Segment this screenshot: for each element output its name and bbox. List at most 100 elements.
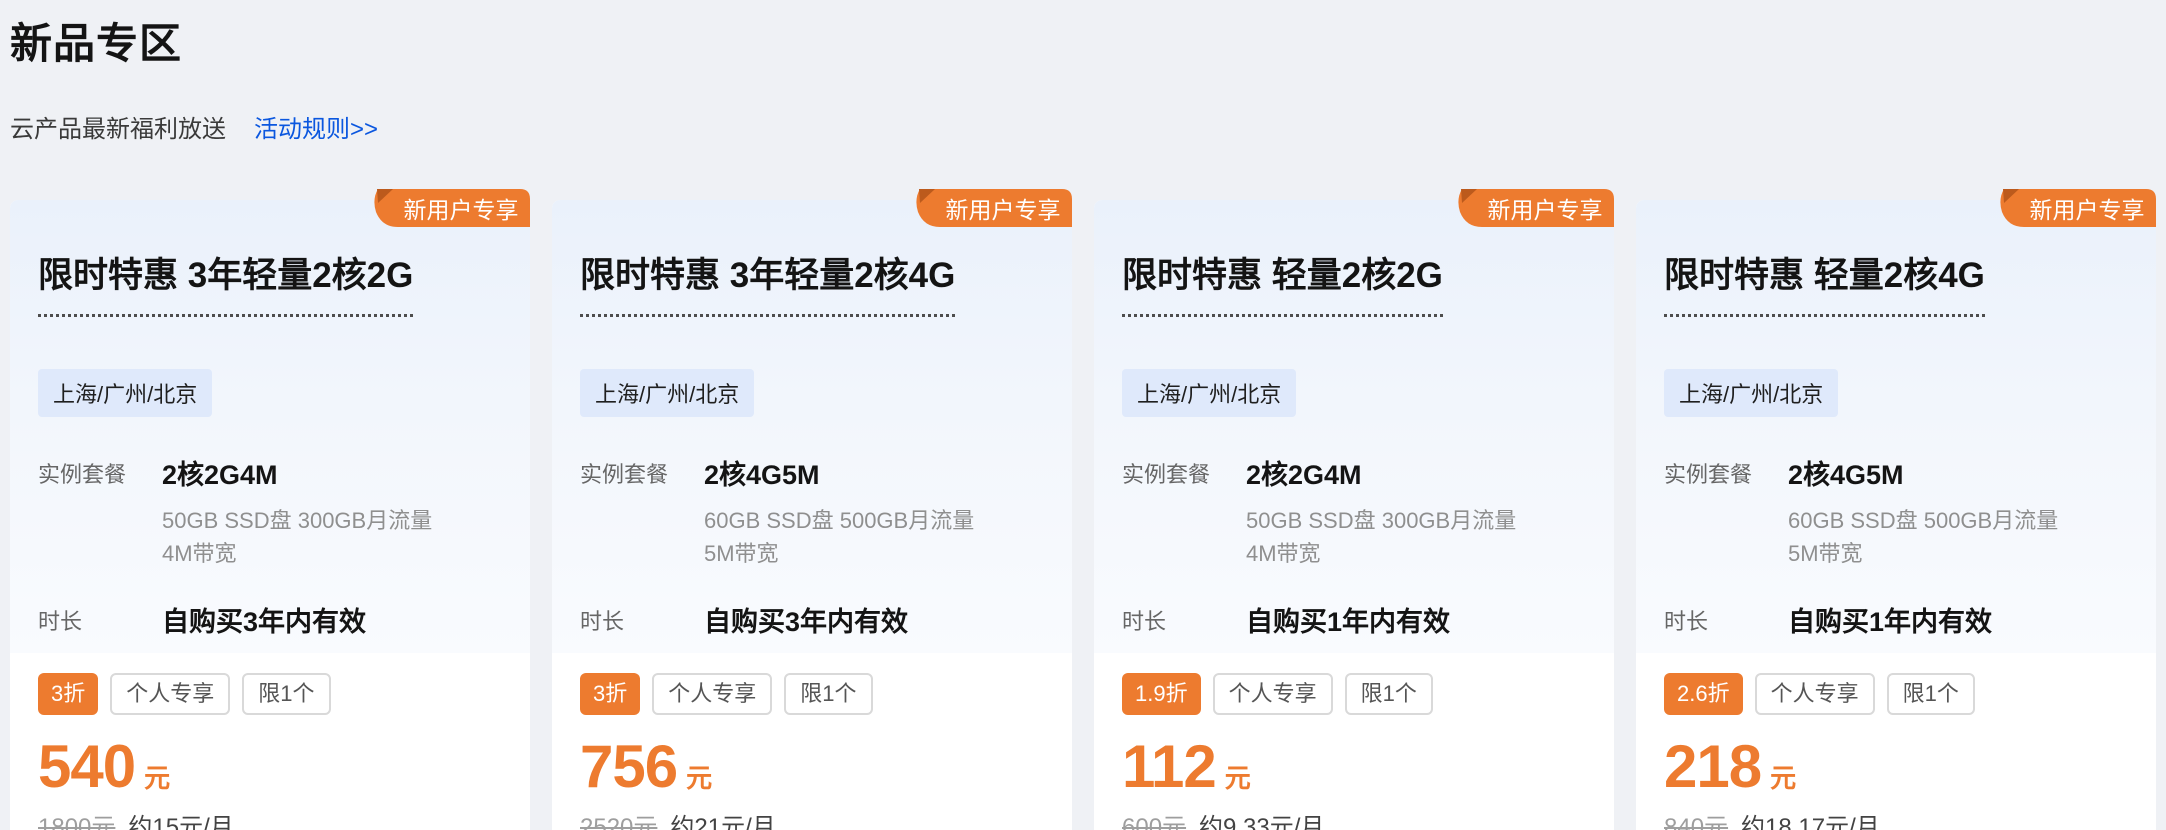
card-info-section: 限时特惠 轻量2核2G 上海/广州/北京 实例套餐 2核2G4M 50GB SS… [1094, 200, 1614, 653]
original-price: 2520元 [580, 807, 657, 830]
spec-label-package: 实例套餐 [1664, 453, 1788, 570]
package-detail: 60GB SSD盘 500GB月流量 5M带宽 [704, 504, 974, 570]
monthly-price: 约21元/月 [670, 807, 775, 830]
price-unit: 元 [1770, 758, 1796, 795]
spec-label-package: 实例套餐 [580, 453, 704, 570]
price-unit: 元 [1225, 758, 1251, 795]
product-card-3[interactable]: 新用户专享 限时特惠 轻量2核2G 上海/广州/北京 实例套餐 2核2G4M 5… [1094, 200, 1614, 830]
spec-row-duration: 时长 自购买3年内有效 [38, 600, 502, 639]
tag-row: 3折 个人专享 限1个 [580, 673, 1044, 715]
spec-label-duration: 时长 [1664, 600, 1788, 639]
price-row: 218 元 [1664, 737, 2128, 797]
old-price-row: 600元 约9.33元/月 [1122, 807, 1586, 830]
card-info-section: 限时特惠 3年轻量2核4G 上海/广州/北京 实例套餐 2核4G5M 60GB … [552, 200, 1072, 653]
page-title: 新品专区 [10, 10, 2166, 71]
package-value: 2核2G4M [162, 453, 432, 492]
monthly-price: 约15元/月 [128, 807, 233, 830]
tag-row: 2.6折 个人专享 限1个 [1664, 673, 2128, 715]
package-detail-line1: 50GB SSD盘 300GB月流量 [1246, 504, 1516, 537]
card-info-section: 限时特惠 轻量2核4G 上海/广州/北京 实例套餐 2核4G5M 60GB SS… [1636, 200, 2156, 653]
discount-tag: 3折 [38, 673, 98, 715]
price-value: 540 [38, 737, 135, 797]
spec-label-duration: 时长 [1122, 600, 1246, 639]
package-value: 2核2G4M [1246, 453, 1516, 492]
section-subtitle: 云产品最新福利放送 [10, 109, 226, 144]
old-price-row: 840元 约18.17元/月 [1664, 807, 2128, 830]
personal-tag: 个人专享 [110, 673, 230, 715]
card-title: 限时特惠 3年轻量2核4G [580, 247, 955, 317]
limit-tag: 限1个 [784, 673, 872, 715]
original-price: 600元 [1122, 807, 1186, 830]
personal-tag: 个人专享 [652, 673, 772, 715]
new-products-section: 新品专区 云产品最新福利放送 活动规则>> 新用户专享 限时特惠 3年轻量2核2… [0, 10, 2166, 830]
product-card-4[interactable]: 新用户专享 限时特惠 轻量2核4G 上海/广州/北京 实例套餐 2核4G5M 6… [1636, 200, 2156, 830]
region-tag: 上海/广州/北京 [580, 369, 754, 417]
package-detail-line1: 60GB SSD盘 500GB月流量 [1788, 504, 2058, 537]
package-value: 2核4G5M [704, 453, 974, 492]
spec-label-package: 实例套餐 [1122, 453, 1246, 570]
discount-tag: 3折 [580, 673, 640, 715]
price-value: 756 [580, 737, 677, 797]
duration-value: 自购买1年内有效 [1788, 600, 1992, 639]
product-card-list: 新用户专享 限时特惠 3年轻量2核2G 上海/广州/北京 实例套餐 2核2G4M… [10, 200, 2156, 830]
ribbon-label: 新用户专享 [2018, 189, 2156, 227]
spec-row-duration: 时长 自购买1年内有效 [1122, 600, 1586, 639]
ribbon-label: 新用户专享 [934, 189, 1072, 227]
spec-row-duration: 时长 自购买1年内有效 [1664, 600, 2128, 639]
new-user-ribbon: 新用户专享 [904, 189, 1072, 227]
package-detail-line2: 4M带宽 [1246, 537, 1516, 570]
spec-row-package: 实例套餐 2核4G5M 60GB SSD盘 500GB月流量 5M带宽 [580, 453, 1044, 570]
card-price-section: 1.9折 个人专享 限1个 112 元 600元 约9.33元/月 [1094, 653, 1614, 830]
price-row: 756 元 [580, 737, 1044, 797]
personal-tag: 个人专享 [1213, 673, 1333, 715]
spec-label-duration: 时长 [580, 600, 704, 639]
new-user-ribbon: 新用户专享 [362, 189, 530, 227]
discount-tag: 1.9折 [1122, 673, 1201, 715]
limit-tag: 限1个 [242, 673, 330, 715]
spec-row-package: 实例套餐 2核2G4M 50GB SSD盘 300GB月流量 4M带宽 [38, 453, 502, 570]
spec-row-package: 实例套餐 2核4G5M 60GB SSD盘 500GB月流量 5M带宽 [1664, 453, 2128, 570]
package-detail: 60GB SSD盘 500GB月流量 5M带宽 [1788, 504, 2058, 570]
package-detail-line1: 60GB SSD盘 500GB月流量 [704, 504, 974, 537]
price-unit: 元 [144, 758, 170, 795]
card-info-section: 限时特惠 3年轻量2核2G 上海/广州/北京 实例套餐 2核2G4M 50GB … [10, 200, 530, 653]
old-price-row: 2520元 约21元/月 [580, 807, 1044, 830]
card-price-section: 3折 个人专享 限1个 540 元 1800元 约15元/月 [10, 653, 530, 830]
package-detail-line2: 5M带宽 [1788, 537, 2058, 570]
tag-row: 1.9折 个人专享 限1个 [1122, 673, 1586, 715]
card-title: 限时特惠 轻量2核4G [1664, 247, 1985, 317]
package-detail-line2: 5M带宽 [704, 537, 974, 570]
product-card-2[interactable]: 新用户专享 限时特惠 3年轻量2核4G 上海/广州/北京 实例套餐 2核4G5M… [552, 200, 1072, 830]
old-price-row: 1800元 约15元/月 [38, 807, 502, 830]
subtitle-row: 云产品最新福利放送 活动规则>> [10, 109, 2166, 144]
price-value: 218 [1664, 737, 1761, 797]
original-price: 1800元 [38, 807, 115, 830]
package-detail-line2: 4M带宽 [162, 537, 432, 570]
activity-rules-link[interactable]: 活动规则>> [254, 109, 378, 144]
price-row: 540 元 [38, 737, 502, 797]
price-unit: 元 [686, 758, 712, 795]
region-tag: 上海/广州/北京 [38, 369, 212, 417]
limit-tag: 限1个 [1887, 673, 1975, 715]
card-title: 限时特惠 3年轻量2核2G [38, 247, 413, 317]
new-user-ribbon: 新用户专享 [1988, 189, 2156, 227]
duration-value: 自购买3年内有效 [162, 600, 366, 639]
limit-tag: 限1个 [1345, 673, 1433, 715]
price-row: 112 元 [1122, 737, 1586, 797]
monthly-price: 约9.33元/月 [1199, 807, 1324, 830]
region-tag: 上海/广州/北京 [1664, 369, 1838, 417]
product-card-1[interactable]: 新用户专享 限时特惠 3年轻量2核2G 上海/广州/北京 实例套餐 2核2G4M… [10, 200, 530, 830]
ribbon-label: 新用户专享 [392, 189, 530, 227]
package-detail: 50GB SSD盘 300GB月流量 4M带宽 [1246, 504, 1516, 570]
package-detail: 50GB SSD盘 300GB月流量 4M带宽 [162, 504, 432, 570]
new-user-ribbon: 新用户专享 [1446, 189, 1614, 227]
personal-tag: 个人专享 [1755, 673, 1875, 715]
package-detail-line1: 50GB SSD盘 300GB月流量 [162, 504, 432, 537]
price-value: 112 [1122, 737, 1216, 797]
card-title: 限时特惠 轻量2核2G [1122, 247, 1443, 317]
tag-row: 3折 个人专享 限1个 [38, 673, 502, 715]
duration-value: 自购买1年内有效 [1246, 600, 1450, 639]
spec-row-duration: 时长 自购买3年内有效 [580, 600, 1044, 639]
original-price: 840元 [1664, 807, 1728, 830]
spec-label-duration: 时长 [38, 600, 162, 639]
